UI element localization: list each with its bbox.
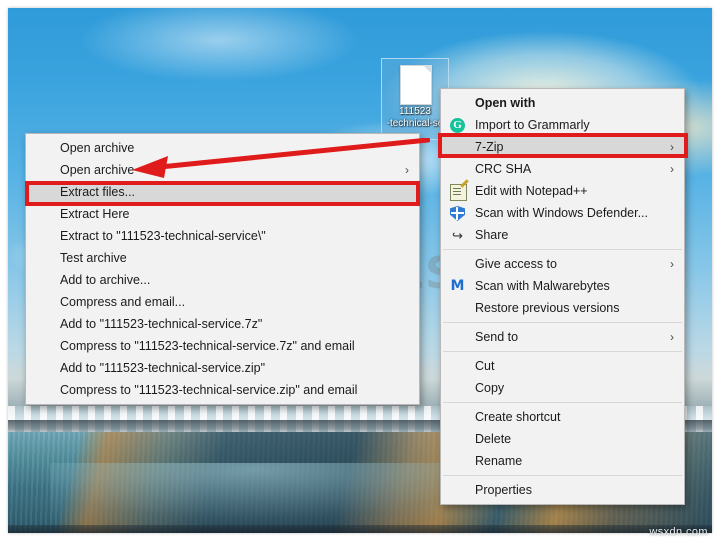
submenu-7zip-item-label: Add to "111523-technical-service.zip" bbox=[60, 361, 266, 375]
submenu-7zip-item[interactable]: Compress to "111523-technical-service.7z… bbox=[26, 335, 419, 357]
screenshot-root: 111523 -technical-se APPUALS Open archiv… bbox=[0, 0, 720, 541]
context-menu-separator bbox=[443, 351, 682, 352]
chevron-right-icon: › bbox=[670, 257, 674, 271]
chevron-right-icon: › bbox=[670, 330, 674, 344]
submenu-7zip-item[interactable]: Test archive bbox=[26, 247, 419, 269]
context-menu-item-label: Properties bbox=[475, 483, 532, 497]
share-icon: ↪ bbox=[452, 228, 463, 243]
context-menu-item[interactable]: Rename bbox=[441, 450, 684, 472]
context-menu-item-label: Scan with Windows Defender... bbox=[475, 206, 648, 220]
submenu-7zip-items: Open archive Open archive › Extract files..… bbox=[26, 137, 419, 401]
context-menu-item[interactable]: Restore previous versions bbox=[441, 297, 684, 319]
submenu-7zip-item-label: Add to archive... bbox=[60, 273, 151, 287]
desktop-file-icon[interactable]: 111523 -technical-se bbox=[381, 58, 449, 140]
context-menu-item-label: Cut bbox=[475, 359, 495, 373]
context-menu-item-label: CRC SHA bbox=[475, 162, 532, 176]
context-menu-item-label: Restore previous versions bbox=[475, 301, 620, 315]
desktop-icon-label: 111523 -technical-se bbox=[381, 106, 449, 130]
context-menu-item[interactable]: Give access to › bbox=[441, 253, 684, 275]
context-menu-items: Open with G Import to Grammarly 7-Zip › CRC S… bbox=[441, 92, 684, 501]
grammarly-icon: G bbox=[450, 118, 465, 133]
context-menu-item-label: Send to bbox=[475, 330, 519, 344]
context-menu-item[interactable]: Copy bbox=[441, 377, 684, 399]
notepadpp-icon bbox=[450, 184, 467, 201]
submenu-7zip-item[interactable]: Compress and email... bbox=[26, 291, 419, 313]
document-file-icon bbox=[400, 65, 432, 105]
context-menu-item[interactable]: Send to › bbox=[441, 326, 684, 348]
icon-label-line2: -technical-se bbox=[386, 118, 444, 129]
submenu-7zip-item[interactable]: Compress to "111523-technical-service.zi… bbox=[26, 379, 419, 401]
submenu-7zip-item-label: Compress to "111523-technical-service.zi… bbox=[60, 383, 358, 397]
context-menu-item[interactable]: ↪ Share bbox=[441, 224, 684, 246]
chevron-right-icon: › bbox=[405, 163, 409, 177]
context-menu-item[interactable]: G Import to Grammarly bbox=[441, 114, 684, 136]
context-menu-item[interactable]: CRC SHA › bbox=[441, 158, 684, 180]
context-menu-item-label: Rename bbox=[475, 454, 523, 468]
context-menu-item-label: Open with bbox=[475, 96, 536, 110]
submenu-7zip-item[interactable]: Add to "111523-technical-service.zip" bbox=[26, 357, 419, 379]
context-menu-item-label: Delete bbox=[475, 432, 512, 446]
context-menu-item[interactable]: Delete bbox=[441, 428, 684, 450]
submenu-7zip-item[interactable]: Extract Here bbox=[26, 203, 419, 225]
context-menu-item[interactable]: M Scan with Malwarebytes bbox=[441, 275, 684, 297]
wsxdn-watermark: wsxdn.com bbox=[649, 526, 708, 538]
context-menu-item[interactable]: Create shortcut bbox=[441, 406, 684, 428]
submenu-7zip-item-label: Extract to "111523-technical-service\" bbox=[60, 229, 266, 243]
context-menu-item-label: Create shortcut bbox=[475, 410, 561, 424]
context-menu-separator bbox=[443, 475, 682, 476]
context-menu-item-label: Copy bbox=[475, 381, 505, 395]
submenu-7zip-item-label: Extract Here bbox=[60, 207, 130, 221]
context-menu-item[interactable]: Open with bbox=[441, 92, 684, 114]
chevron-right-icon: › bbox=[670, 162, 674, 176]
submenu-7zip-item-label: Test archive bbox=[60, 251, 127, 265]
submenu-7zip-item[interactable]: Open archive › bbox=[26, 159, 419, 181]
submenu-7zip[interactable]: Open archive Open archive › Extract files..… bbox=[25, 133, 420, 405]
submenu-7zip-item[interactable]: Add to archive... bbox=[26, 269, 419, 291]
context-menu-item[interactable]: Edit with Notepad++ bbox=[441, 180, 684, 202]
file-context-menu[interactable]: Open with G Import to Grammarly 7-Zip › CRC S… bbox=[440, 88, 685, 505]
submenu-7zip-item[interactable]: Extract to "111523-technical-service\" bbox=[26, 225, 419, 247]
context-menu-item-label: Scan with Malwarebytes bbox=[475, 279, 610, 293]
chevron-right-icon: › bbox=[670, 140, 674, 154]
context-menu-item[interactable]: 7-Zip › bbox=[441, 136, 684, 158]
wallpaper-foreground-strip bbox=[8, 525, 712, 533]
submenu-7zip-item-label: Extract files... bbox=[60, 185, 136, 199]
icon-label-line1: 111523 bbox=[399, 106, 431, 117]
submenu-7zip-item[interactable]: Add to "111523-technical-service.7z" bbox=[26, 313, 419, 335]
context-menu-item-label: Import to Grammarly bbox=[475, 118, 590, 132]
context-menu-separator bbox=[443, 402, 682, 403]
submenu-7zip-item-label: Add to "111523-technical-service.7z" bbox=[60, 317, 263, 331]
submenu-7zip-item[interactable]: Open archive bbox=[26, 137, 419, 159]
context-menu-item-label: 7-Zip bbox=[475, 140, 504, 154]
context-menu-separator bbox=[443, 322, 682, 323]
submenu-7zip-item-label: Open archive bbox=[60, 163, 135, 177]
context-menu-separator bbox=[443, 249, 682, 250]
context-menu-item-label: Share bbox=[475, 228, 509, 242]
submenu-7zip-item-label: Compress and email... bbox=[60, 295, 186, 309]
context-menu-item[interactable]: Properties bbox=[441, 479, 684, 501]
submenu-7zip-item[interactable]: Extract files... bbox=[26, 181, 419, 203]
submenu-7zip-item-label: Open archive bbox=[60, 141, 135, 155]
context-menu-item[interactable]: Cut bbox=[441, 355, 684, 377]
context-menu-item-label: Give access to bbox=[475, 257, 557, 271]
context-menu-item[interactable]: Scan with Windows Defender... bbox=[441, 202, 684, 224]
defender-shield-icon bbox=[450, 206, 465, 221]
malwarebytes-icon: M bbox=[450, 278, 465, 294]
submenu-7zip-item-label: Compress to "111523-technical-service.7z… bbox=[60, 339, 355, 353]
context-menu-item-label: Edit with Notepad++ bbox=[475, 184, 588, 198]
